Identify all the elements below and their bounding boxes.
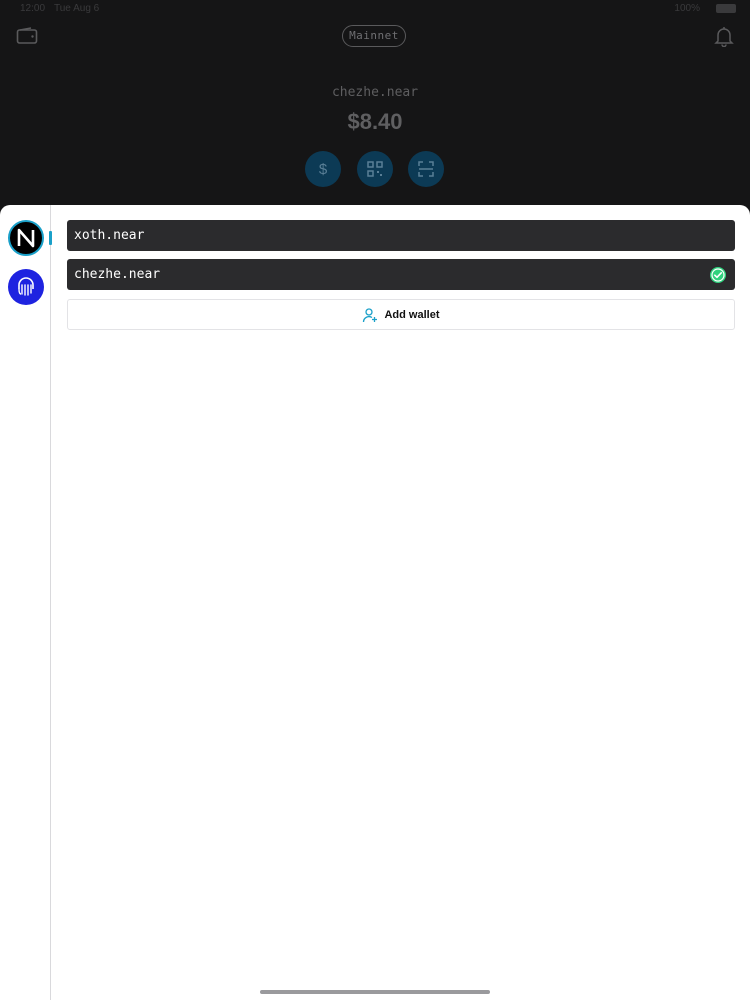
status-date: Tue Aug 6 — [54, 3, 100, 14]
octopus-logo-icon — [18, 277, 34, 296]
network-item-near[interactable] — [8, 220, 44, 256]
background-app: 12:00 Tue Aug 6 100% Mainnet chezhe.near… — [0, 0, 750, 230]
wallet-switcher-sheet: xoth.near chezhe.near Add wallet — [0, 205, 750, 1000]
balance-amount: $8.40 — [347, 109, 403, 134]
add-user-icon — [363, 307, 378, 322]
network-item-octopus[interactable] — [8, 269, 44, 305]
receive-button[interactable] — [357, 151, 393, 187]
wallet-name: chezhe.near — [74, 267, 161, 282]
bell-icon[interactable] — [713, 25, 735, 47]
wallet-item[interactable]: xoth.near — [67, 220, 735, 251]
network-sidebar — [0, 205, 52, 1000]
qr-code-icon — [367, 161, 383, 177]
network-selector-button[interactable]: Mainnet — [342, 25, 406, 47]
wallet-item-selected[interactable]: chezhe.near — [67, 259, 735, 290]
battery-percent: 100% — [674, 3, 700, 14]
add-wallet-button[interactable]: Add wallet — [67, 299, 735, 330]
status-time: 12:00 — [20, 3, 46, 14]
dollar-icon: $ — [319, 161, 328, 178]
scan-button[interactable] — [408, 151, 444, 187]
account-name: chezhe.near — [331, 85, 419, 100]
selected-network-indicator — [49, 231, 52, 245]
home-indicator[interactable] — [260, 990, 490, 994]
near-logo-icon — [17, 228, 35, 248]
wallet-icon[interactable] — [16, 27, 38, 45]
wallet-name: xoth.near — [74, 228, 145, 243]
check-circle-icon — [710, 267, 726, 283]
svg-text:$: $ — [319, 161, 328, 178]
status-bar: 12:00 Tue Aug 6 100% — [0, 0, 750, 18]
add-wallet-label: Add wallet — [384, 308, 440, 321]
battery-icon — [716, 4, 736, 13]
send-button[interactable]: $ — [305, 151, 341, 187]
scan-icon — [418, 161, 434, 177]
